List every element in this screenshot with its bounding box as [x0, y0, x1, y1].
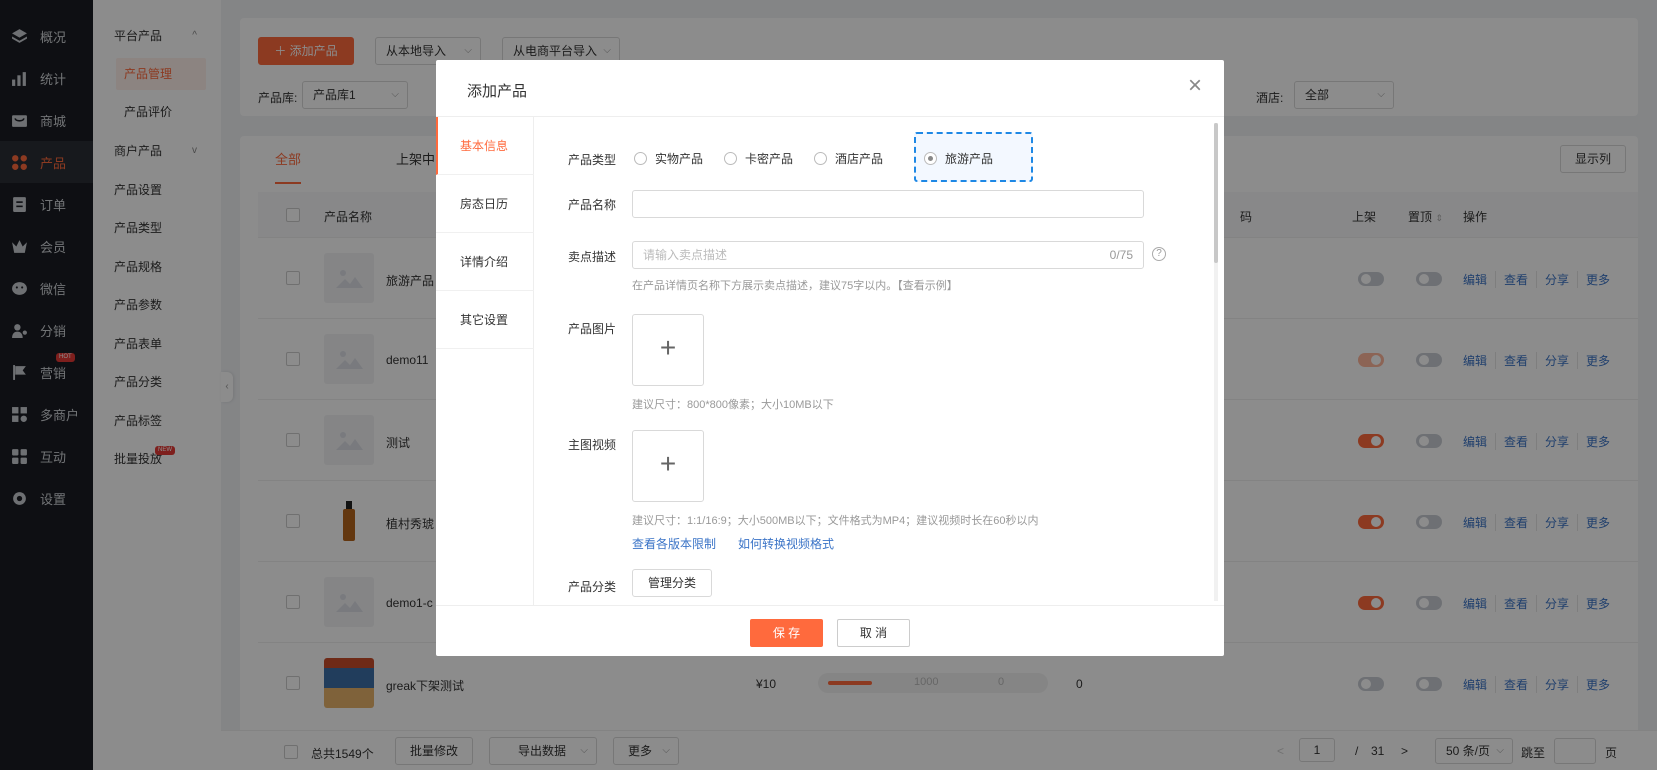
dialog-scrollbar[interactable]: [1214, 123, 1218, 601]
radio-label: 实物产品: [655, 152, 704, 166]
radio-dot: [924, 152, 937, 165]
side-tab-details[interactable]: 详情介绍: [436, 233, 534, 291]
type-label: 产品类型: [568, 153, 617, 167]
radio-label: 卡密产品: [745, 152, 794, 166]
radio-dot: [814, 152, 827, 165]
dialog-form: 产品类型 实物产品 卡密产品 酒店产品 旅游产品 产品名称 卖点描述 请输入卖点…: [534, 117, 1224, 605]
category-label: 产品分类: [568, 580, 617, 594]
radio-dot: [634, 152, 647, 165]
radio-physical[interactable]: 实物产品: [634, 150, 703, 167]
manage-category-button[interactable]: 管理分类: [632, 569, 712, 597]
side-tab-other[interactable]: 其它设置: [436, 291, 534, 349]
name-label: 产品名称: [568, 198, 617, 212]
video-label: 主图视频: [568, 438, 617, 452]
save-button[interactable]: 保 存: [750, 619, 823, 647]
side-tab-calendar[interactable]: 房态日历: [436, 175, 534, 233]
radio-label: 旅游产品: [945, 152, 994, 166]
version-limit-link[interactable]: 查看各版本限制: [632, 535, 716, 552]
radio-label: 酒店产品: [835, 152, 884, 166]
image-upload-button[interactable]: +: [632, 314, 704, 386]
desc-label: 卖点描述: [568, 250, 617, 264]
radio-travel[interactable]: 旅游产品: [924, 150, 993, 167]
video-hint: 建议尺寸：1:1/16:9；大小500MB以下；文件格式为MP4；建议视频时长在…: [632, 515, 1039, 527]
cancel-button[interactable]: 取 消: [837, 619, 910, 647]
close-icon[interactable]: ×: [1188, 74, 1202, 98]
desc-input[interactable]: 请输入卖点描述 0/75: [632, 241, 1144, 269]
image-hint: 建议尺寸：800*800像素；大小10MB以下: [632, 399, 834, 411]
dialog-title: 添加产品: [467, 83, 528, 100]
dialog-side-nav: 基本信息 房态日历 详情介绍 其它设置: [436, 117, 534, 605]
convert-video-link[interactable]: 如何转换视频格式: [738, 535, 834, 552]
side-tab-basic[interactable]: 基本信息: [436, 117, 534, 175]
desc-placeholder: 请输入卖点描述: [643, 248, 728, 262]
divider: [436, 605, 1224, 606]
video-upload-button[interactable]: +: [632, 430, 704, 502]
desc-counter: 0/75: [1109, 248, 1133, 262]
image-label: 产品图片: [568, 322, 617, 336]
radio-card[interactable]: 卡密产品: [724, 150, 793, 167]
radio-hotel[interactable]: 酒店产品: [814, 150, 883, 167]
name-input[interactable]: [632, 190, 1144, 218]
desc-hint: 在产品详情页名称下方展示卖点描述，建议75字以内。【查看示例】: [632, 280, 958, 292]
radio-dot: [724, 152, 737, 165]
help-icon[interactable]: ?: [1152, 247, 1166, 261]
add-product-dialog: 添加产品 × 基本信息 房态日历 详情介绍 其它设置 产品类型 实物产品 卡密产…: [436, 60, 1224, 656]
